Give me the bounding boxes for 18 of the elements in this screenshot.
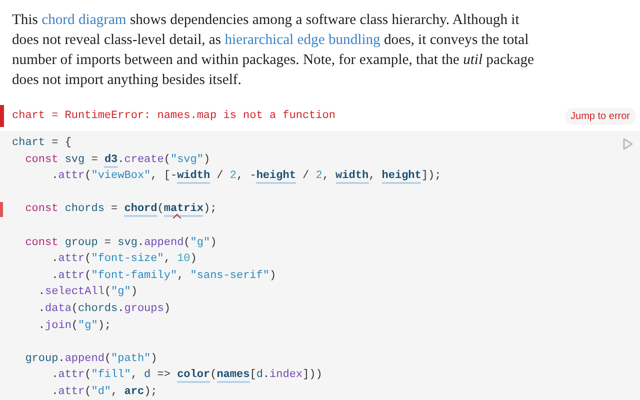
code-line: .selectAll("g") — [37, 286, 138, 298]
code-line: .join("g"); — [37, 320, 112, 332]
link[interactable]: hierarchical edge bundling — [224, 32, 380, 48]
code-line: group.append("path") — [24, 352, 158, 365]
code-line: chart = { — [12, 137, 72, 149]
jump-to-error-button[interactable]: Jump to error — [564, 108, 636, 124]
code-line: .attr("font-size", 10) — [50, 253, 197, 266]
code-line: const svg = d3.create("svg") — [24, 154, 210, 168]
code-line: .data(chords.groups) — [37, 302, 170, 315]
code-line: .attr("viewBox", [-width / 2, -height / 2, width, height]); — [50, 170, 442, 184]
intro-paragraph: This chord diagram shows dependencies among a software class hierarchy. Although it does not reveal class-level detail, as hierarchical edge bundling does, it conveys the total number of imports between and within packages. Note, for example, that the util package does not import anything besides itself. — [11, 11, 535, 90]
link[interactable]: chord diagram — [42, 12, 126, 28]
code-line: .attr("d", arc); — [50, 386, 158, 398]
error-message: chart = RuntimeError: names.map is not a function — [12, 110, 336, 122]
code-line: const group = svg.append("g") — [24, 236, 217, 249]
code-line: .attr("font-family", "sans-serif") — [50, 270, 276, 282]
run-icon[interactable] — [623, 138, 633, 150]
code-line: .attr("fill", d => color(names[d.index])) — [50, 369, 322, 384]
